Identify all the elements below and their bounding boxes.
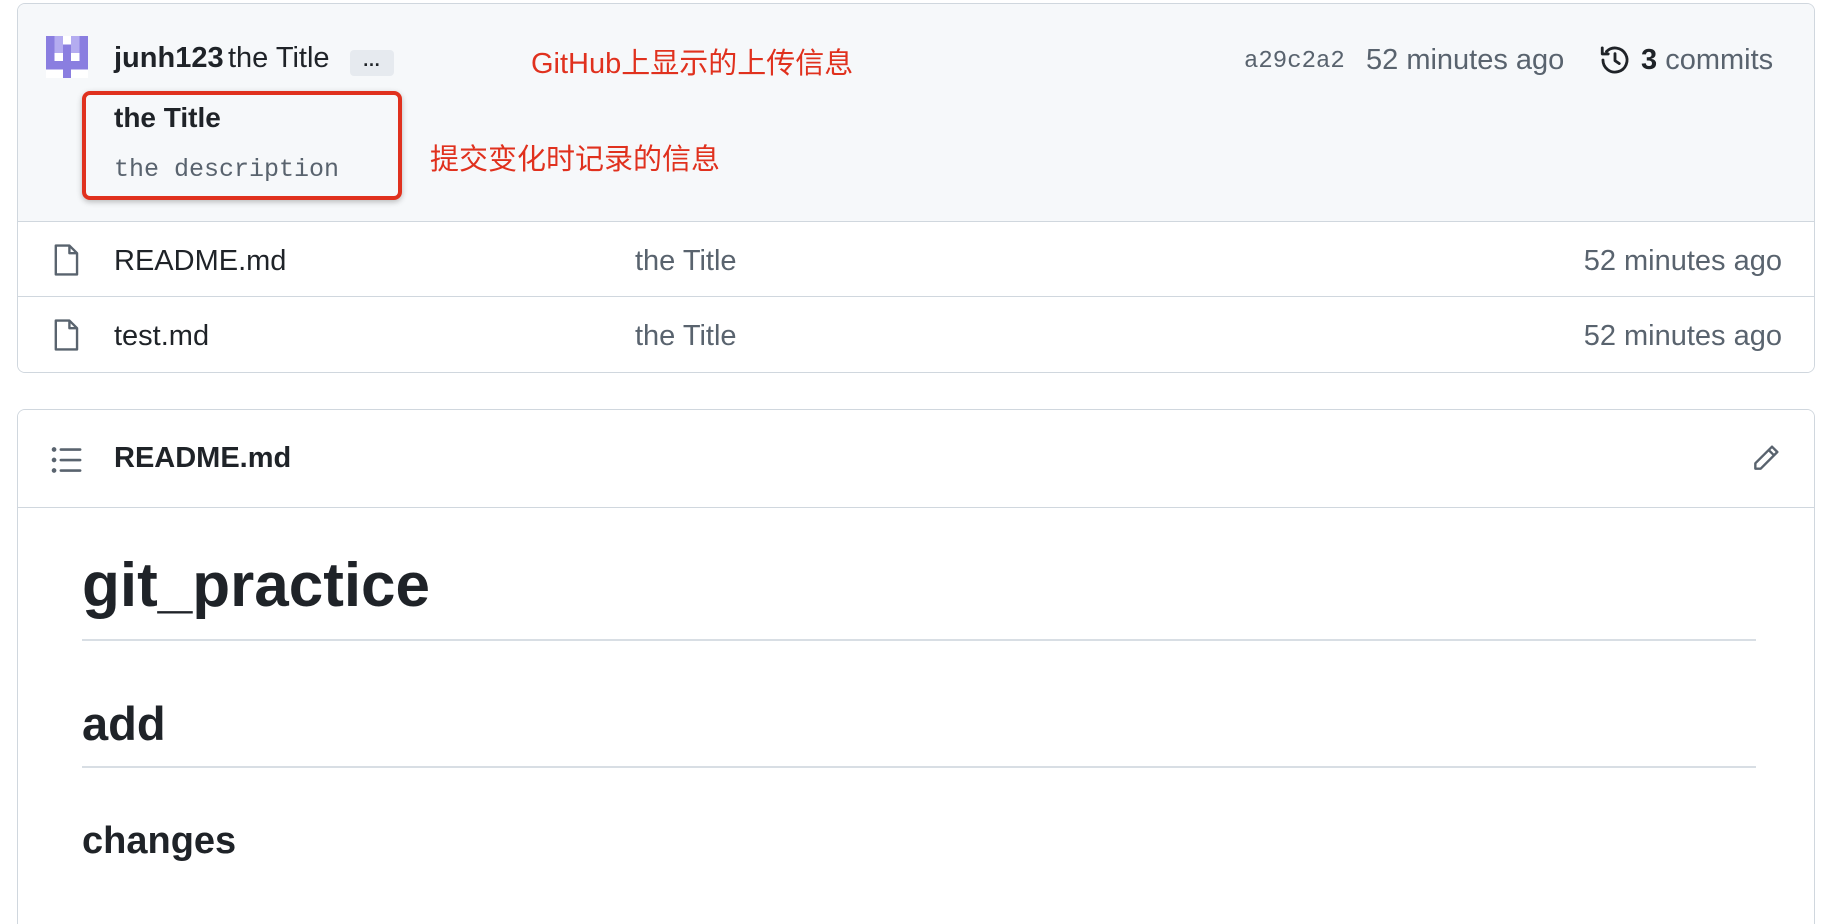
annotation-upload-info: GitHub上显示的上传信息 [531,48,854,80]
expand-commit-message-button[interactable]: … [350,50,394,76]
file-name-link[interactable]: README.md [114,245,286,278]
readme-header: README.md [18,410,1814,508]
file-commit-time: 52 minutes ago [1583,320,1782,352]
readme-heading-3: changes [82,820,237,862]
file-icon [54,319,79,351]
commit-sha-link[interactable]: a29c2a2 [1244,48,1345,75]
commit-time: 52 minutes ago [1366,44,1565,76]
commit-message-description: the description [114,155,340,184]
heading-divider [82,766,1756,768]
readme-heading-1: git_practice [82,551,431,620]
readme-heading-2: add [82,697,166,750]
identicon-avatar[interactable] [46,36,88,78]
annotation-commit-info: 提交变化时记录的信息 [430,144,721,176]
pencil-icon[interactable] [1750,442,1782,474]
commits-label: commits [1665,44,1774,76]
commit-author-link[interactable]: junh123 [114,42,224,75]
file-row[interactable]: README.md the Title 52 minutes ago [18,223,1814,297]
commit-message-title: the Title [114,102,221,133]
history-icon[interactable] [1598,43,1632,77]
commits-count-link[interactable]: 3 commits [1641,44,1773,77]
readme-panel: README.md git_practice add changes [17,409,1815,924]
file-commit-time: 52 minutes ago [1583,245,1782,277]
commit-title-link[interactable]: the Title [228,42,330,75]
file-browser: junh123 the Title … GitHub上显示的上传信息 a29c2… [17,3,1815,373]
page: junh123 the Title … GitHub上显示的上传信息 a29c2… [0,0,1832,924]
file-commit-message-link[interactable]: the Title [635,245,737,278]
commits-count: 3 [1641,44,1658,76]
file-name-link[interactable]: test.md [114,320,209,353]
file-icon [54,244,79,276]
heading-divider [82,639,1756,641]
file-commit-message-link[interactable]: the Title [635,320,737,353]
file-row[interactable]: test.md the Title 52 minutes ago [18,298,1814,372]
latest-commit-header: junh123 the Title … GitHub上显示的上传信息 a29c2… [18,4,1814,222]
readme-filename: README.md [114,442,292,474]
list-icon[interactable] [51,446,83,474]
